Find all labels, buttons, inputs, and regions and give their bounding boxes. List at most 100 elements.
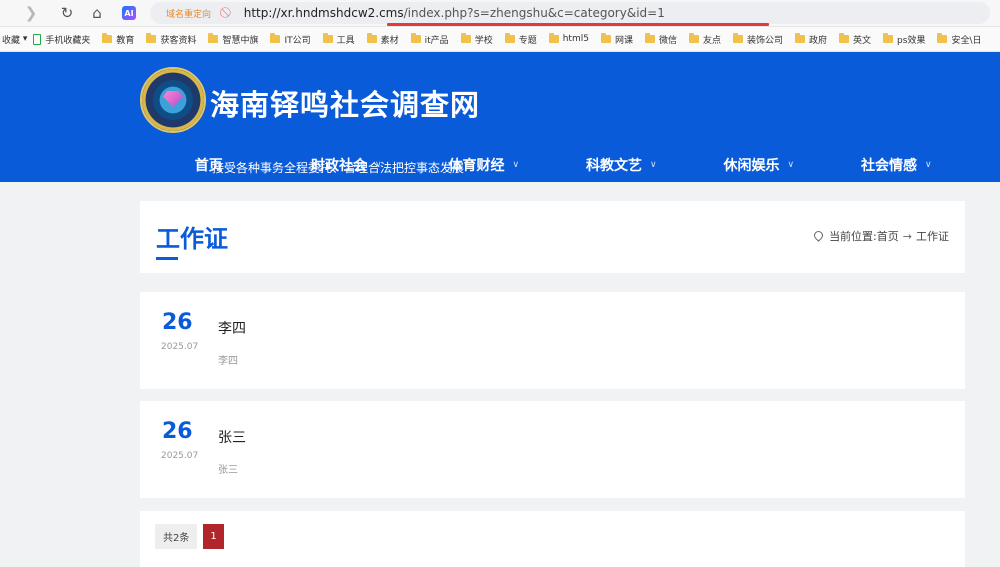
site-title[interactable]: 海南铎鸣社会调查网 — [210, 82, 480, 124]
bookmark-item[interactable]: 教育 — [102, 33, 134, 46]
list-item[interactable]: 26 2025.07 李四 李四 — [140, 292, 965, 389]
chevron-down-icon: ∨ — [787, 160, 795, 170]
site-logo[interactable] — [140, 67, 206, 133]
bookmark-item[interactable]: ps效果 — [883, 33, 925, 46]
bookmark-label: ps效果 — [897, 35, 926, 46]
bookmark-item[interactable]: 智慧中旗 — [208, 33, 258, 46]
folder-icon — [688, 33, 699, 43]
pagination: 共2条 1 — [140, 511, 965, 567]
chevron-down-icon: ∨ — [374, 160, 382, 170]
reload-icon[interactable]: ↻ — [54, 0, 80, 26]
diamond-icon — [163, 91, 183, 107]
pagination-page-1[interactable]: 1 — [203, 524, 224, 549]
bookmark-label: 收藏 — [2, 35, 21, 46]
bookmark-item[interactable]: 装饰公司 — [733, 33, 783, 46]
breadcrumb-home-link[interactable]: 首页 — [877, 228, 899, 244]
ai-icon[interactable]: AI — [122, 6, 136, 20]
item-description: 张三 — [218, 465, 238, 476]
folder-icon — [208, 33, 219, 43]
item-title-link[interactable]: 李四 — [218, 318, 246, 338]
bookmark-label: 微信 — [658, 35, 677, 46]
page-title: 工作证 — [156, 225, 228, 253]
nav-label: 体育财经 — [448, 158, 505, 174]
breadcrumb-current[interactable]: 工作证 — [916, 228, 949, 244]
bookmark-label: 英文 — [853, 35, 872, 46]
main-nav: 首页 时政社会 ∨ 体育财经 ∨ 科教文艺 ∨ 休闲娱乐 ∨ 社会情感 ∨ — [140, 148, 965, 182]
folder-icon — [600, 33, 611, 43]
bookmark-item[interactable]: 英文 — [839, 33, 871, 46]
nav-label: 社会情感 — [860, 158, 917, 174]
bookmark-label: 手机收藏夹 — [45, 35, 91, 46]
nav-item-education-arts[interactable]: 科教文艺 ∨ — [553, 148, 691, 182]
bookmark-item[interactable]: 工具 — [322, 33, 355, 46]
bookmark-label: 学校 — [474, 35, 493, 46]
browser-toolbar: ❯ ↻ ⌂ AI 域名重定向 🚫︎ http://xr.hndmshdcw2.c… — [0, 0, 1000, 27]
folder-icon — [795, 33, 806, 43]
folder-icon — [410, 33, 421, 43]
bookmark-item[interactable]: html5 — [548, 33, 589, 44]
bookmark-label: 素材 — [380, 35, 399, 46]
item-date: 2025.07 — [161, 451, 199, 461]
bookmark-label: 专题 — [518, 35, 537, 46]
folder-icon — [460, 33, 471, 43]
bookmark-item[interactable]: 安全\日 — [937, 33, 982, 46]
bookmark-favorites[interactable]: 收藏 ▾ — [2, 33, 27, 46]
nav-label: 休闲娱乐 — [723, 158, 780, 174]
url-text[interactable]: http://xr.hndmshdcw2.cms/index.php?s=zhe… — [244, 6, 665, 20]
nav-item-home[interactable]: 首页 — [140, 148, 278, 182]
bookmark-item[interactable]: 专题 — [504, 33, 537, 46]
folder-icon — [102, 33, 113, 43]
nav-label: 首页 — [194, 158, 223, 174]
arrow-right-icon: → — [902, 229, 912, 243]
item-description: 李四 — [218, 356, 238, 367]
bookmark-label: 工具 — [336, 35, 355, 46]
bookmark-item[interactable]: 微信 — [644, 33, 677, 46]
item-day: 26 — [162, 310, 193, 335]
folder-icon — [146, 33, 157, 43]
chevron-down-icon: ∨ — [512, 160, 520, 170]
bookmark-label: 教育 — [116, 35, 135, 46]
folder-icon — [270, 33, 281, 43]
folder-icon — [322, 33, 333, 43]
nav-item-politics[interactable]: 时政社会 ∨ — [278, 148, 416, 182]
bookmark-item[interactable]: 获客资料 — [146, 33, 196, 46]
location-pin-icon — [812, 228, 825, 242]
bookmark-item[interactable]: IT公司 — [270, 33, 311, 46]
breadcrumb-prefix: 当前位置: — [829, 230, 877, 243]
bookmark-label: 获客资料 — [160, 35, 197, 46]
nav-item-sports-finance[interactable]: 体育财经 ∨ — [415, 148, 553, 182]
bookmark-item[interactable]: 政府 — [795, 33, 827, 46]
url-path: /index.php?s=zhengshu&c=category&id=1 — [403, 6, 665, 20]
folder-icon — [644, 33, 655, 43]
bookmark-label: 安全\日 — [951, 35, 982, 46]
folder-icon — [733, 33, 743, 43]
bookmark-item[interactable]: 手机收藏夹 — [33, 33, 90, 46]
address-bar[interactable]: 域名重定向 🚫︎ http://xr.hndmshdcw2.cms/index.… — [150, 2, 990, 26]
folder-icon — [504, 33, 515, 43]
bookmark-label: 友点 — [702, 35, 721, 46]
chevron-down-icon: ∨ — [924, 160, 932, 170]
title-underline — [156, 257, 178, 260]
bookmark-item[interactable]: 友点 — [688, 33, 721, 46]
nav-item-entertainment[interactable]: 休闲娱乐 ∨ — [690, 148, 828, 182]
bookmark-item[interactable]: 网课 — [600, 33, 633, 46]
no-image-icon[interactable]: 🚫︎ — [219, 8, 232, 19]
home-icon[interactable]: ⌂ — [84, 0, 110, 26]
bookmark-item[interactable]: it产品 — [410, 33, 449, 46]
list-item[interactable]: 26 2025.07 张三 张三 — [140, 401, 965, 498]
bookmark-item[interactable]: 素材 — [366, 33, 399, 46]
bookmark-label: 政府 — [809, 35, 828, 46]
chevron-down-icon: ∨ — [649, 160, 657, 170]
bookmark-label: IT公司 — [284, 35, 311, 46]
url-highlight-underline — [387, 23, 769, 26]
nav-item-social-emotion[interactable]: 社会情感 ∨ — [828, 148, 966, 182]
nav-label: 时政社会 — [310, 158, 367, 174]
back-arrow-icon[interactable]: ❯ — [18, 0, 44, 26]
site-header: 海南铎鸣社会调查网 接受各种事务全程委托、合理合法把控事态发展 首页 时政社会 ∨… — [0, 52, 1000, 182]
bookmark-label: 网课 — [614, 35, 633, 46]
bookmark-item[interactable]: 学校 — [460, 33, 493, 46]
bookmark-label: 智慧中旗 — [222, 35, 259, 46]
item-title-link[interactable]: 张三 — [218, 427, 246, 447]
domain-redirect-label[interactable]: 域名重定向 — [166, 7, 211, 20]
bookmark-label: it产品 — [424, 35, 449, 46]
